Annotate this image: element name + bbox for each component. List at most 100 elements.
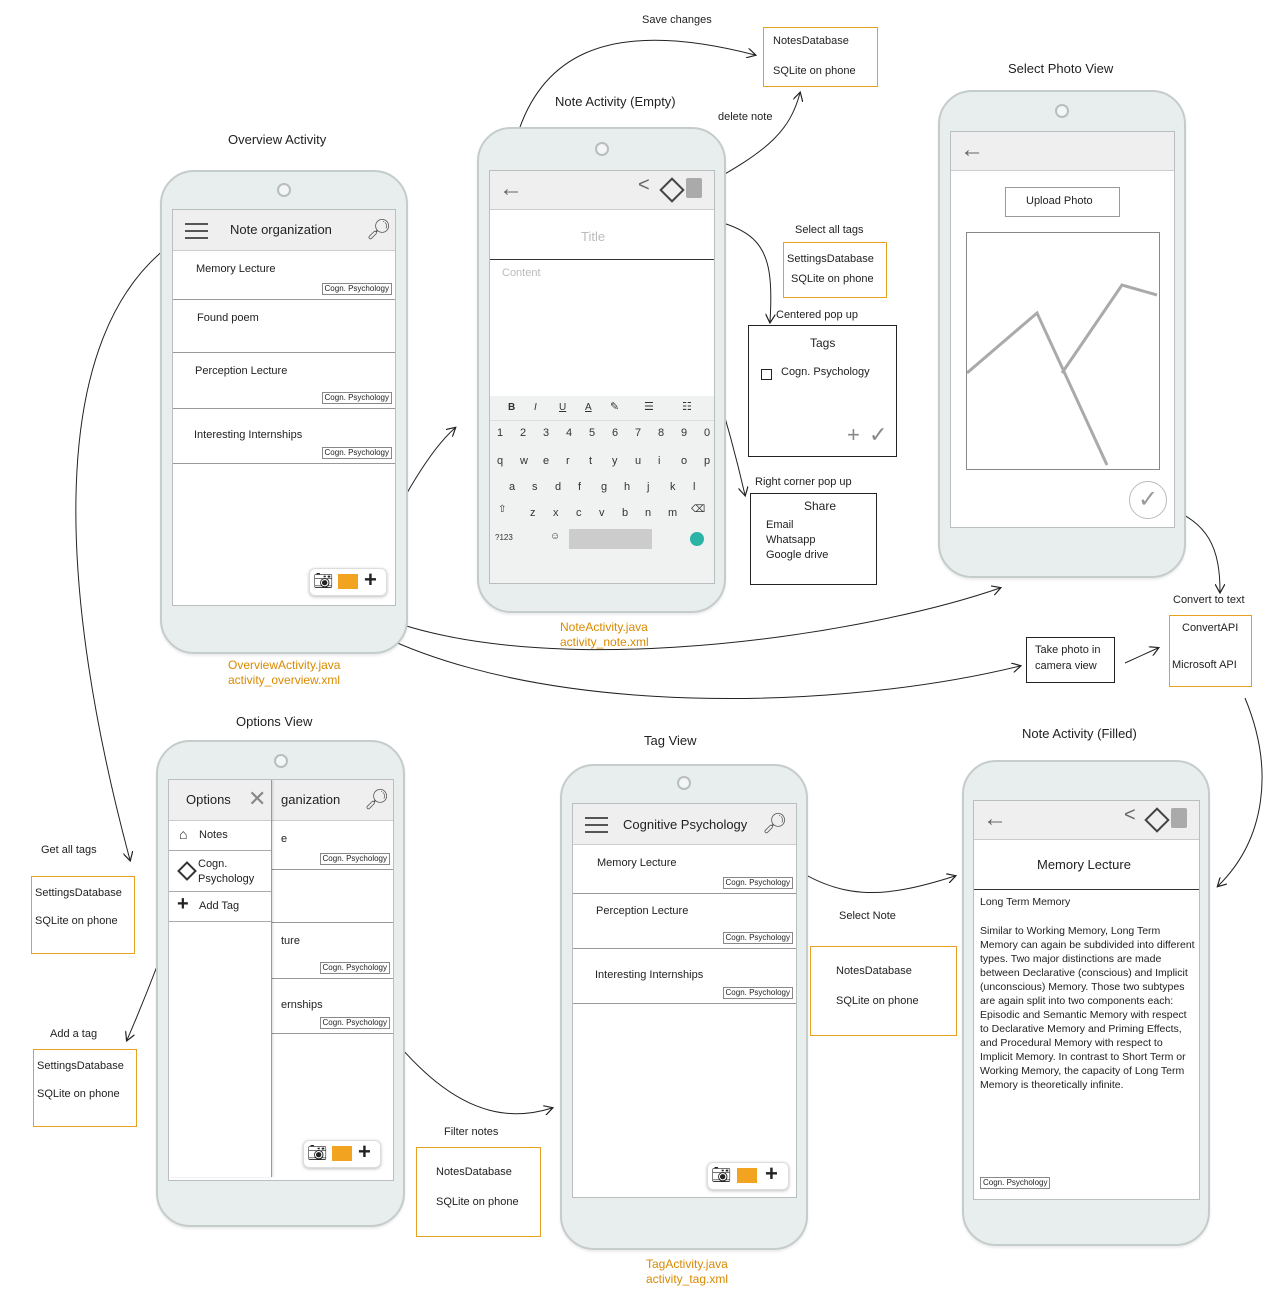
list-item[interactable]: Perception Lecture Cogn. Psychology: [173, 353, 395, 409]
key-1[interactable]: 1: [497, 427, 503, 439]
key-p[interactable]: p: [704, 455, 710, 467]
key-o[interactable]: o: [681, 455, 687, 467]
key-h[interactable]: h: [624, 481, 630, 493]
key-e[interactable]: e: [543, 455, 549, 467]
list-item[interactable]: Perception Lecture Cogn. Psychology: [573, 894, 796, 949]
key-q[interactable]: q: [497, 455, 503, 467]
upload-photo-button[interactable]: Upload Photo: [1005, 187, 1120, 217]
key-0[interactable]: 0: [704, 427, 710, 439]
add-icon[interactable]: +: [364, 567, 377, 593]
key-f[interactable]: f: [578, 481, 581, 493]
drawer-item-cogn-psychology[interactable]: Cogn. Psychology: [169, 851, 271, 892]
highlight-icon[interactable]: ✎: [610, 400, 619, 413]
list-item[interactable]: Memory Lecture Cogn. Psychology: [573, 845, 796, 894]
list-item[interactable]: Interesting Internships Cogn. Psychology: [573, 949, 796, 1004]
key-y[interactable]: y: [612, 455, 618, 467]
key-w[interactable]: w: [520, 455, 528, 467]
checkmark-icon[interactable]: ✓: [869, 422, 887, 448]
symbols-key[interactable]: ?123: [495, 533, 513, 542]
add-icon[interactable]: +: [358, 1139, 371, 1165]
bold-button[interactable]: B: [508, 402, 515, 413]
note-title[interactable]: Memory Lecture: [1037, 857, 1131, 872]
key-n[interactable]: n: [645, 507, 651, 519]
underline-button[interactable]: U: [559, 402, 566, 413]
tag-icon[interactable]: [659, 177, 685, 203]
list-item[interactable]: Interesting Internships Cogn. Psychology: [173, 409, 395, 464]
key-8[interactable]: 8: [658, 427, 664, 439]
key-x[interactable]: x: [553, 507, 559, 519]
key-v[interactable]: v: [599, 507, 605, 519]
key-s[interactable]: s: [532, 481, 538, 493]
arrow-take-photo-convert: [1124, 648, 1158, 664]
camera-icon[interactable]: 📷︎: [307, 1143, 327, 1163]
key-c[interactable]: c: [576, 507, 582, 519]
key-m[interactable]: m: [668, 507, 677, 519]
share-whatsapp[interactable]: Whatsapp: [766, 534, 816, 546]
search-icon[interactable]: 🔎︎: [366, 217, 391, 242]
share-google-drive[interactable]: Google drive: [766, 549, 828, 561]
backspace-icon[interactable]: ⌫: [691, 504, 705, 515]
key-5[interactable]: 5: [589, 427, 595, 439]
key-d[interactable]: d: [555, 481, 561, 493]
key-3[interactable]: 3: [543, 427, 549, 439]
drawer-item-notes[interactable]: ⌂ Notes: [169, 821, 271, 851]
tag-checkbox[interactable]: [761, 369, 772, 380]
plus-icon[interactable]: +: [847, 422, 860, 448]
content-placeholder[interactable]: Content: [502, 267, 541, 279]
title-placeholder[interactable]: Title: [581, 229, 605, 244]
space-bar[interactable]: [569, 529, 652, 549]
key-u[interactable]: u: [635, 455, 641, 467]
text-color-button[interactable]: A: [585, 402, 592, 413]
key-t[interactable]: t: [589, 455, 592, 467]
key-j[interactable]: j: [647, 481, 649, 493]
search-icon[interactable]: 🔎︎: [364, 787, 389, 812]
share-email[interactable]: Email: [766, 519, 794, 531]
key-z[interactable]: z: [530, 507, 536, 519]
list-icon[interactable]: ☷: [682, 400, 692, 413]
menu-icon[interactable]: [585, 817, 608, 833]
share-icon[interactable]: <: [638, 174, 650, 197]
image-icon[interactable]: [332, 1146, 352, 1161]
list-item[interactable]: Found poem: [173, 300, 395, 353]
back-arrow-icon[interactable]: ←: [960, 136, 984, 164]
key-2[interactable]: 2: [520, 427, 526, 439]
tag-icon[interactable]: [1144, 807, 1170, 833]
image-icon[interactable]: [737, 1168, 757, 1183]
drawer-item-add-tag[interactable]: + Add Tag: [169, 892, 271, 922]
arrow-tagview-to-note: [784, 861, 955, 894]
label-tag-view: Tag View: [644, 733, 697, 748]
key-k[interactable]: k: [670, 481, 676, 493]
key-a[interactable]: a: [509, 481, 515, 493]
key-l[interactable]: l: [693, 481, 695, 493]
share-icon[interactable]: <: [1124, 804, 1136, 827]
menu-icon[interactable]: [185, 223, 208, 239]
note-body[interactable]: Similar to Working Memory, Long Term Mem…: [980, 924, 1198, 1092]
trash-icon[interactable]: [686, 178, 702, 198]
back-arrow-icon[interactable]: ←: [983, 805, 1007, 833]
key-6[interactable]: 6: [612, 427, 618, 439]
key-7[interactable]: 7: [635, 427, 641, 439]
back-arrow-icon[interactable]: ←: [499, 175, 523, 203]
search-icon[interactable]: 🔎︎: [762, 811, 787, 836]
key-r[interactable]: r: [566, 455, 570, 467]
add-icon[interactable]: +: [765, 1161, 778, 1187]
enter-icon[interactable]: [690, 532, 704, 546]
image-icon[interactable]: [338, 574, 358, 589]
key-b[interactable]: b: [622, 507, 628, 519]
emoji-icon[interactable]: ☺: [550, 531, 560, 542]
shift-icon[interactable]: ⇧: [498, 504, 506, 515]
camera-icon[interactable]: 📷︎: [711, 1165, 731, 1185]
key-9[interactable]: 9: [681, 427, 687, 439]
camera-icon[interactable]: 📷︎: [313, 571, 333, 591]
phone-tag-view: Cognitive Psychology 🔎︎ Memory Lecture C…: [560, 764, 808, 1250]
italic-button[interactable]: I: [534, 402, 537, 413]
close-icon[interactable]: ✕: [248, 786, 266, 812]
align-icon[interactable]: ☰: [644, 400, 654, 413]
key-4[interactable]: 4: [566, 427, 572, 439]
key-i[interactable]: i: [658, 455, 660, 467]
phone-options: ganization 🔎︎ e Cogn. Psychology ture Co…: [156, 740, 405, 1227]
list-item[interactable]: Memory Lecture Cogn. Psychology: [173, 251, 395, 300]
confirm-check-icon[interactable]: ✓: [1129, 481, 1167, 519]
key-g[interactable]: g: [601, 481, 607, 493]
trash-icon[interactable]: [1171, 808, 1187, 828]
